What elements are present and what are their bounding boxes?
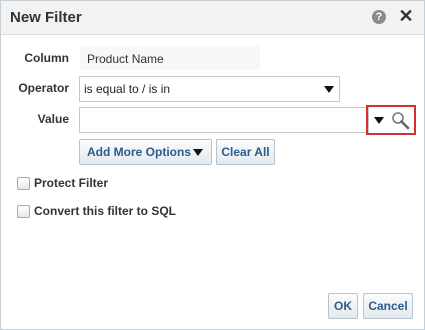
chevron-down-icon (374, 117, 384, 124)
chevron-down-icon (324, 86, 334, 93)
add-more-options-button[interactable]: Add More Options (79, 139, 212, 165)
value-dropdown-button[interactable] (373, 113, 385, 127)
value-input[interactable] (79, 107, 369, 133)
close-icon[interactable]: ✕ (398, 6, 414, 26)
dialog-titlebar: New Filter ? ✕ (1, 1, 424, 35)
operator-select[interactable]: is equal to / is in (79, 76, 340, 102)
cancel-button[interactable]: Cancel (363, 293, 413, 319)
operator-select-value: is equal to / is in (84, 82, 171, 96)
protect-filter-label: Protect Filter (34, 176, 109, 190)
column-label: Column (24, 51, 69, 65)
add-more-options-label: Add More Options (87, 145, 191, 159)
new-filter-dialog: New Filter ? ✕ Column Product Name Opera… (0, 0, 425, 330)
protect-filter-checkbox-row[interactable]: Protect Filter (17, 176, 137, 192)
value-label: Value (37, 112, 69, 126)
operator-label: Operator (18, 81, 69, 95)
convert-to-sql-checkbox-row[interactable]: Convert this filter to SQL (17, 204, 197, 220)
protect-filter-checkbox[interactable] (17, 177, 30, 190)
chevron-down-icon (193, 149, 203, 156)
convert-to-sql-checkbox[interactable] (17, 205, 30, 218)
clear-all-button[interactable]: Clear All (216, 139, 275, 165)
help-icon[interactable]: ? (372, 10, 386, 24)
column-field: Product Name (80, 46, 260, 70)
ok-button[interactable]: OK (328, 293, 358, 319)
dialog-title: New Filter (10, 9, 82, 26)
search-icon[interactable] (390, 110, 412, 132)
convert-to-sql-label: Convert this filter to SQL (34, 204, 177, 218)
